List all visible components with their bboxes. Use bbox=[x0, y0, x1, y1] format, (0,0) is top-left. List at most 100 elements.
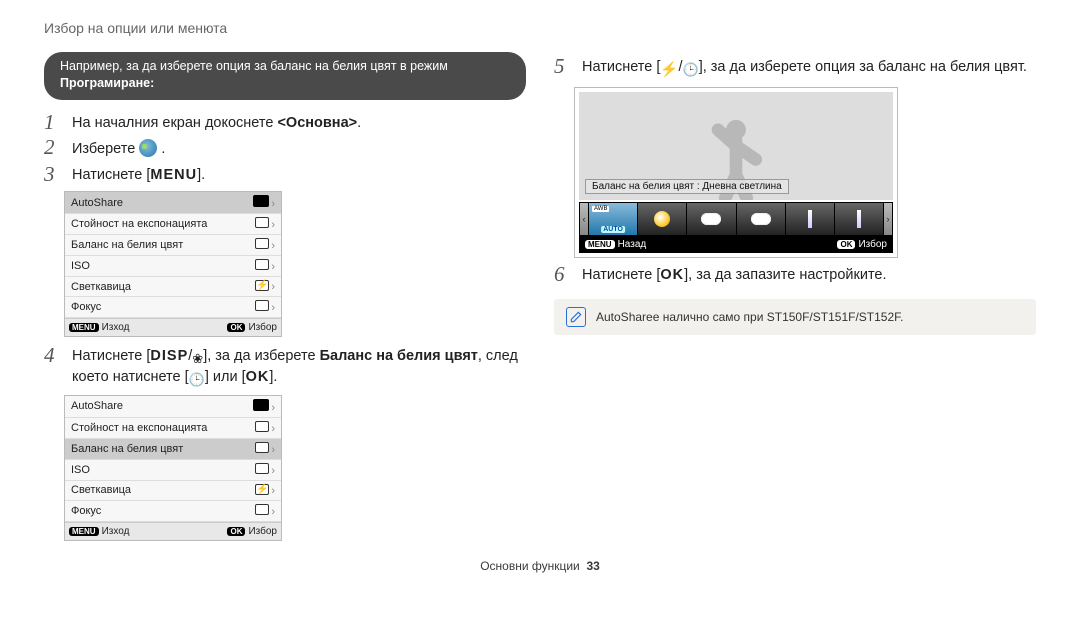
globe-icon bbox=[253, 399, 269, 411]
step-post: . bbox=[161, 141, 165, 157]
menu-row-exposure[interactable]: Стойност на експонацията› bbox=[65, 214, 281, 235]
footer-section: Основни функции bbox=[480, 559, 580, 573]
lamp-icon bbox=[857, 210, 861, 228]
page-number: 33 bbox=[586, 559, 599, 573]
menu-label: Баланс на белия цвят bbox=[71, 239, 183, 251]
wb-chip-cloudy[interactable] bbox=[687, 203, 735, 235]
right-column: 5 Натиснете [⚡/🕒], за да изберете опция … bbox=[554, 52, 1036, 549]
menu-key-icon: MENU bbox=[69, 323, 99, 332]
wb-chip-fluorescent2[interactable] bbox=[835, 203, 883, 235]
exposure-icon bbox=[255, 217, 269, 228]
wb-chip-shade[interactable] bbox=[737, 203, 785, 235]
step-number: 1 bbox=[44, 112, 62, 133]
step-post: ]. bbox=[269, 369, 277, 385]
menu-label: Фокус bbox=[71, 505, 101, 517]
step-bold: Баланс на белия цвят bbox=[320, 348, 478, 364]
wb-strip-prev[interactable]: ‹ bbox=[580, 203, 588, 235]
menu-label: AutoShare bbox=[71, 197, 123, 209]
wb-photo-area: Баланс на белия цвят : Дневна светлина bbox=[579, 92, 893, 200]
menu-label: ISO bbox=[71, 464, 90, 476]
wb-chip-fluorescent1[interactable] bbox=[786, 203, 834, 235]
menu-row-flash[interactable]: Светкавица› bbox=[65, 277, 281, 297]
wb-footer-select: Избор bbox=[858, 239, 887, 250]
menu-row-iso[interactable]: ISO› bbox=[65, 256, 281, 277]
disp-key: DISP bbox=[150, 348, 188, 364]
ok-key-icon: OK bbox=[227, 323, 245, 332]
timer-icon: 🕒 bbox=[683, 61, 699, 79]
wb-preview: Баланс на белия цвят : Дневна светлина ‹… bbox=[574, 87, 898, 258]
menu-row-focus[interactable]: Фокус› bbox=[65, 501, 281, 522]
menu-row-iso[interactable]: ISO› bbox=[65, 460, 281, 481]
camera-menu-step3: AutoShare› Стойност на експонацията› Бал… bbox=[64, 191, 282, 337]
wb-footer-back: Назад bbox=[618, 239, 647, 250]
menu-label: Фокус bbox=[71, 301, 101, 313]
flash-icon bbox=[255, 280, 269, 291]
step-text: Изберете bbox=[72, 141, 139, 157]
cloud-icon bbox=[701, 213, 721, 225]
info-note: AutoSharee налично само при ST150F/ST151… bbox=[554, 299, 1036, 335]
step-4: 4 Натиснете [DISP/❀], за да изберете Бал… bbox=[44, 345, 526, 388]
step-text: Натиснете [ bbox=[582, 59, 660, 75]
focus-icon bbox=[255, 300, 269, 311]
step-text: Натиснете [ bbox=[582, 267, 660, 283]
menu-key-icon: MENU bbox=[69, 527, 99, 536]
step-1: 1 На началния екран докоснете <Основна>. bbox=[44, 112, 526, 134]
step-text: Натиснете [ bbox=[72, 348, 150, 364]
menu-row-whitebalance[interactable]: Баланс на белия цвят› bbox=[65, 439, 281, 460]
menu-label: Стойност на експонацията bbox=[71, 218, 207, 230]
step-number: 2 bbox=[44, 137, 62, 158]
menu-row-focus[interactable]: Фокус› bbox=[65, 297, 281, 318]
step-text: Натиснете [ bbox=[72, 167, 150, 183]
note-text: AutoSharee налично само при ST150F/ST151… bbox=[596, 310, 903, 324]
iso-icon bbox=[255, 259, 269, 270]
step-bold: <Основна> bbox=[277, 115, 357, 131]
menu-key-icon: MENU bbox=[585, 240, 615, 249]
breadcrumb: Избор на опции или менюта bbox=[44, 20, 1036, 36]
note-icon bbox=[566, 307, 586, 327]
menu-label: Светкавица bbox=[71, 281, 131, 293]
wb-option-strip: ‹ AWBAUTO › bbox=[579, 202, 893, 236]
menu-row-flash[interactable]: Светкавица› bbox=[65, 481, 281, 501]
menu-label: Светкавица bbox=[71, 484, 131, 496]
lamp-icon bbox=[808, 210, 812, 228]
step-text: ] или [ bbox=[205, 369, 246, 385]
step-text: ], за да изберете bbox=[203, 348, 319, 364]
menu-row-exposure[interactable]: Стойност на експонацията› bbox=[65, 418, 281, 439]
flash-icon: ⚡ bbox=[660, 61, 678, 81]
menu-row-whitebalance[interactable]: Баланс на белия цвят› bbox=[65, 235, 281, 256]
menu-label: Баланс на белия цвят bbox=[71, 443, 183, 455]
wb-strip-next[interactable]: › bbox=[884, 203, 892, 235]
step-post: ], за да запазите настройките. bbox=[684, 267, 886, 283]
footer-exit-label: Изход bbox=[102, 322, 130, 333]
exposure-icon bbox=[255, 421, 269, 432]
wb-chip-auto[interactable]: AWBAUTO bbox=[589, 203, 637, 235]
footer-exit-label: Изход bbox=[102, 526, 130, 537]
timer-icon: 🕒 bbox=[189, 371, 205, 389]
camera-menu-step4: AutoShare› Стойност на експонацията› Бал… bbox=[64, 395, 282, 541]
left-column: Например, за да изберете опция за баланс… bbox=[44, 52, 526, 549]
footer-select-label: Избор bbox=[248, 322, 277, 333]
step-number: 6 bbox=[554, 264, 572, 285]
step-text: На началния екран докоснете bbox=[72, 115, 277, 131]
wb-chip-daylight[interactable] bbox=[638, 203, 686, 235]
example-pill-bold: Програмиране: bbox=[60, 76, 154, 90]
globe-icon bbox=[253, 195, 269, 207]
menu-row-autoshare[interactable]: AutoShare› bbox=[65, 396, 281, 418]
flash-icon bbox=[255, 484, 269, 495]
step-3: 3 Натиснете [MENU]. bbox=[44, 164, 526, 186]
step-post: ]. bbox=[197, 167, 205, 183]
wb-icon bbox=[255, 238, 269, 249]
step-text: ], за да изберете опция за баланс на бел… bbox=[699, 59, 1027, 75]
step-number: 3 bbox=[44, 164, 62, 185]
camera-menu-footer: MENUИзход OKИзбор bbox=[65, 318, 281, 336]
example-pill-text: Например, за да изберете опция за баланс… bbox=[60, 59, 448, 73]
iso-icon bbox=[255, 463, 269, 474]
ok-key: OK bbox=[246, 369, 270, 385]
wb-footer: MENUНазад OKИзбор bbox=[579, 236, 893, 253]
camera-menu-footer: MENUИзход OKИзбор bbox=[65, 522, 281, 540]
menu-label: Стойност на експонацията bbox=[71, 422, 207, 434]
cloud-icon bbox=[751, 213, 771, 225]
menu-row-autoshare[interactable]: AutoShare› bbox=[65, 192, 281, 214]
world-icon bbox=[139, 139, 157, 157]
ok-key-icon: OK bbox=[837, 240, 855, 249]
